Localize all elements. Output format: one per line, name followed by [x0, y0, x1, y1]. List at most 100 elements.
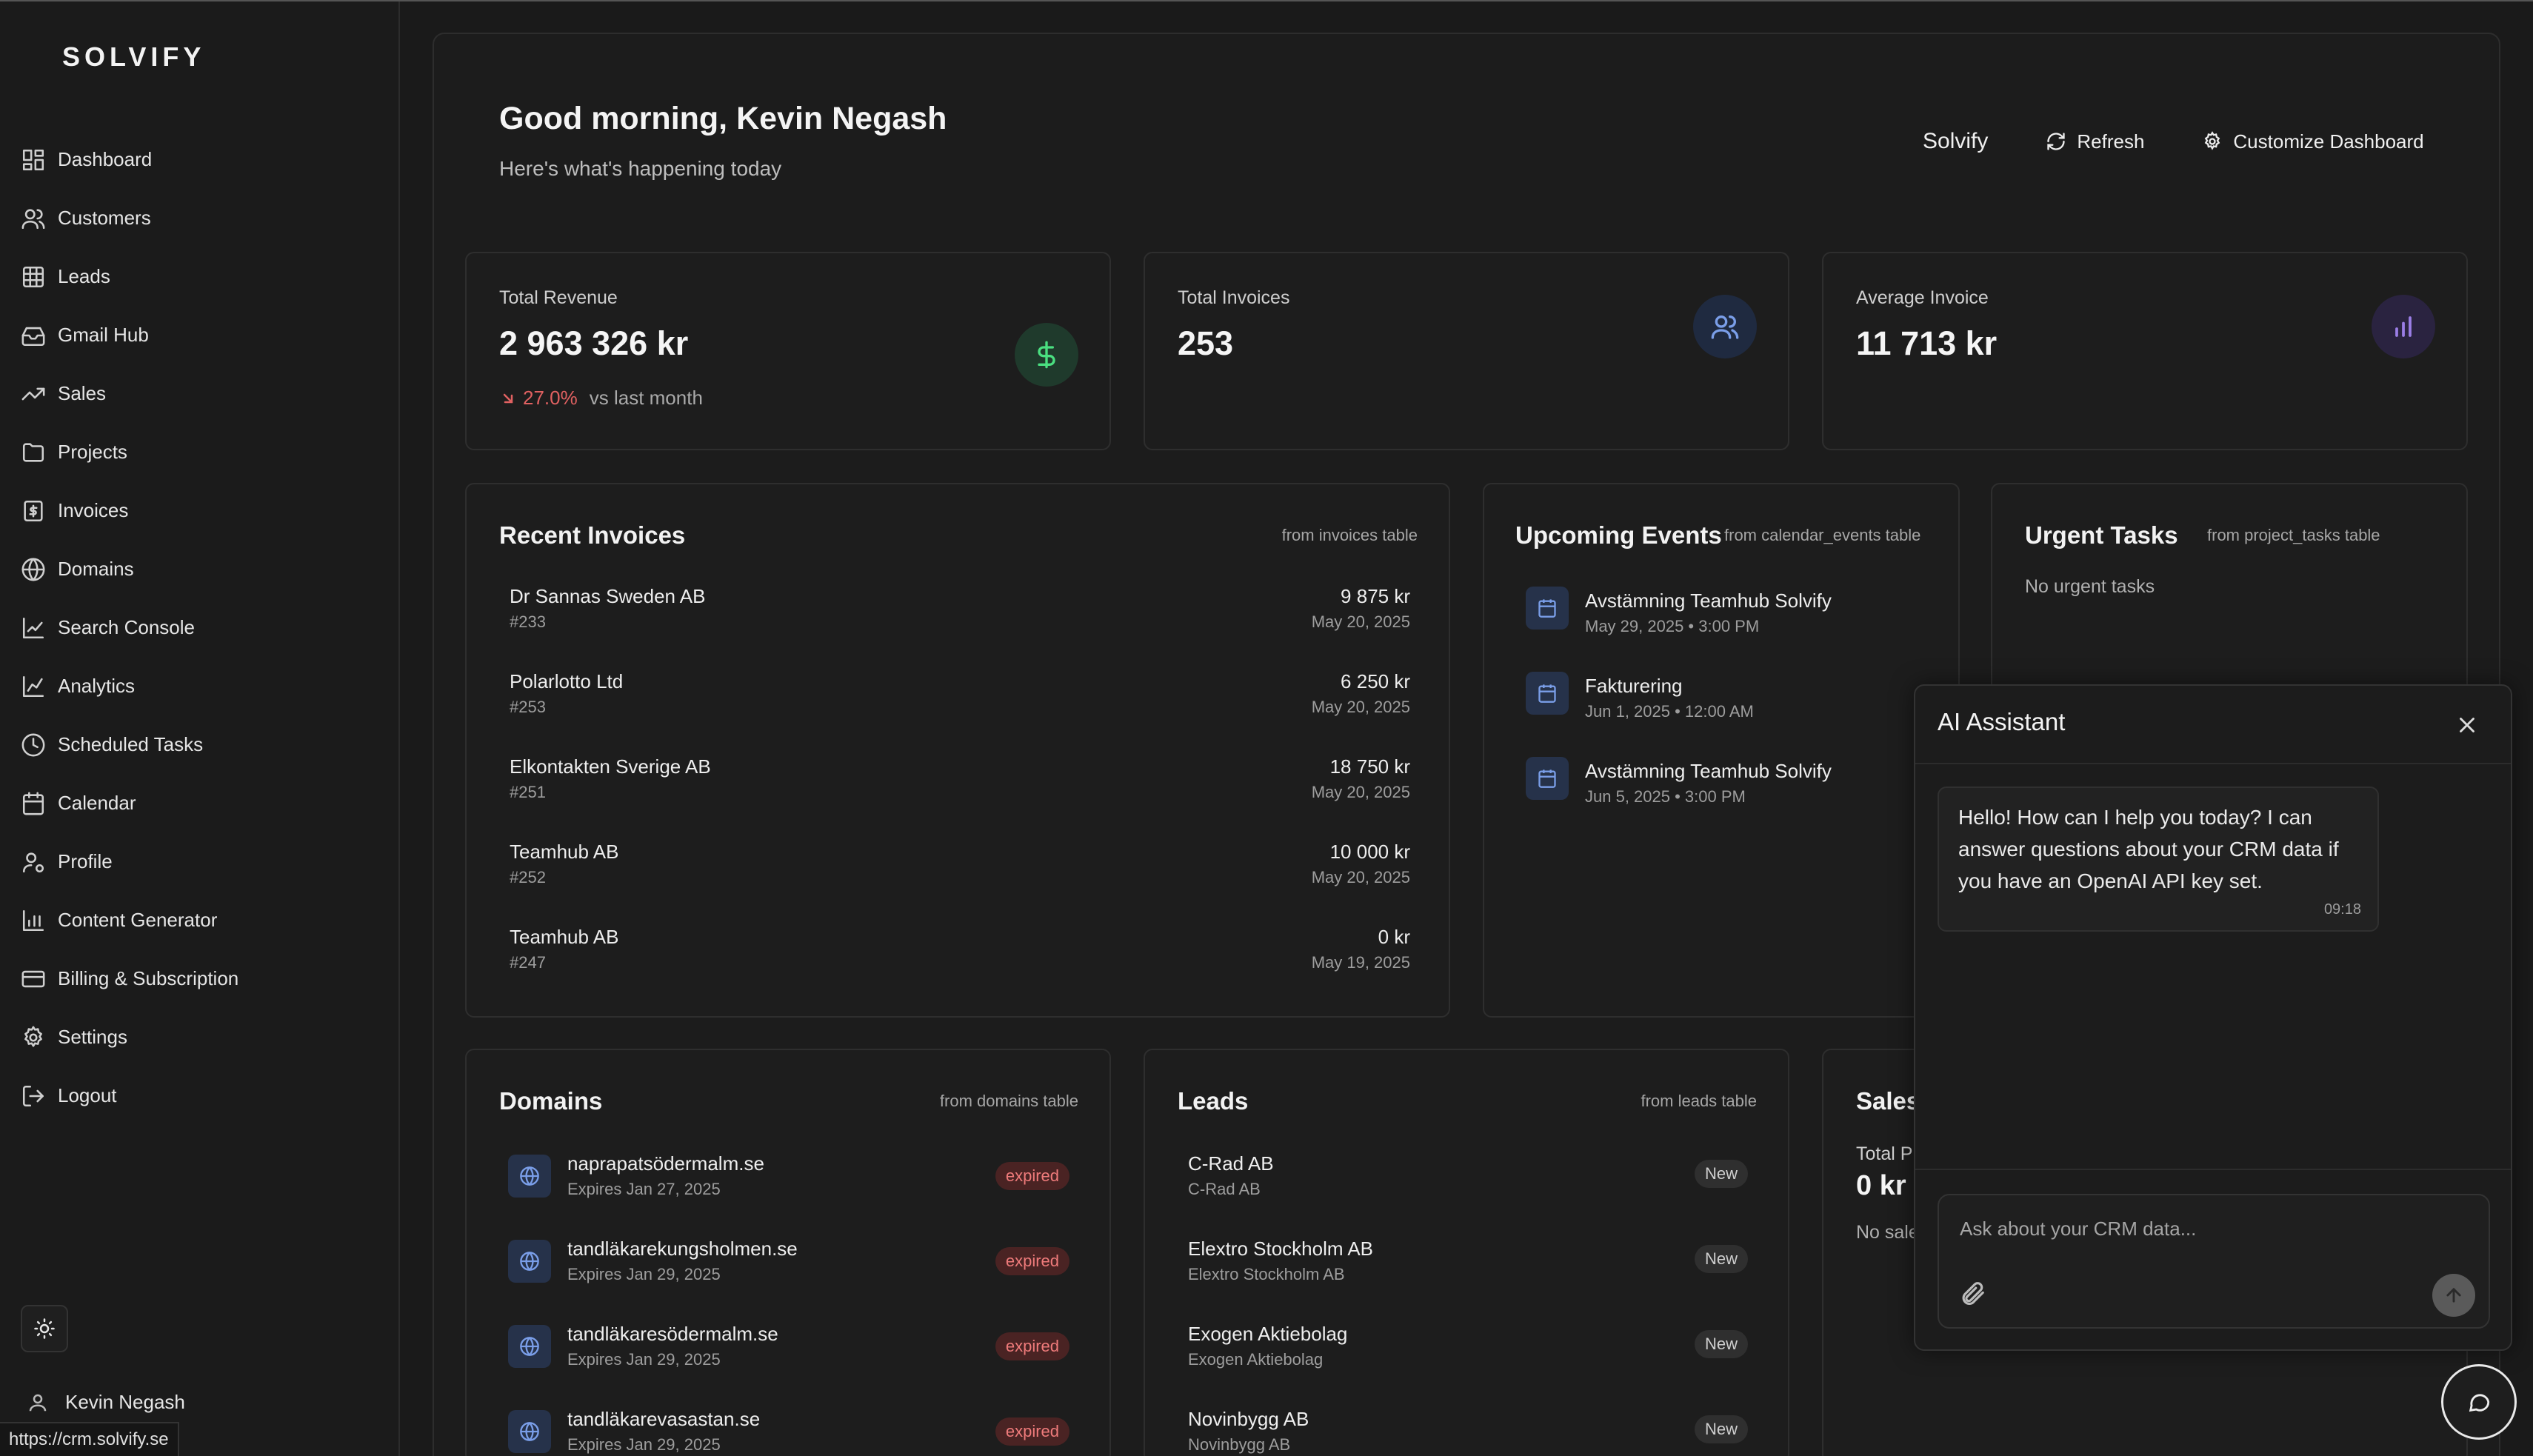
upcoming-events-source: from calendar_events table — [1724, 526, 1921, 544]
sidebar-item-domains[interactable]: Domains — [21, 540, 238, 598]
sidebar-item-label: Domains — [58, 558, 134, 580]
invoice-date: May 20, 2025 — [1311, 868, 1410, 886]
workspace-name[interactable]: Solvify — [1923, 129, 1988, 154]
sidebar-item-scheduled-tasks[interactable]: Scheduled Tasks — [21, 715, 238, 774]
header-actions: Solvify Refresh Customize Dashboard — [1923, 129, 2424, 154]
sidebar-item-invoices[interactable]: Invoices — [21, 481, 238, 540]
sidebar-item-gmail-hub[interactable]: Gmail Hub — [21, 306, 238, 364]
invoice-row[interactable]: Dr Sannas Sweden AB #233 9 875 kr May 20… — [510, 585, 1410, 644]
sidebar-item-leads[interactable]: Leads — [21, 247, 238, 306]
sidebar-item-projects[interactable]: Projects — [21, 423, 238, 481]
invoice-date: May 20, 2025 — [1311, 783, 1410, 801]
invoice-meta: 9 875 kr May 20, 2025 — [1312, 585, 1410, 632]
user-name: Kevin Negash — [65, 1391, 185, 1413]
lead-name: Exogen Aktiebolag — [1188, 1323, 1348, 1345]
lead-company: Exogen Aktiebolag — [1188, 1350, 1324, 1369]
chat-input[interactable] — [1960, 1210, 2463, 1247]
ai-divider — [1915, 763, 2511, 764]
event-row[interactable]: Avstämning Teamhub Solvify May 29, 2025 … — [1526, 587, 1832, 636]
sidebar-item-content-generator[interactable]: Content Generator — [21, 891, 238, 949]
lead-row[interactable]: Elextro Stockholm AB Elextro Stockholm A… — [1188, 1238, 1748, 1284]
sidebar-item-billing-subscription[interactable]: Billing & Subscription — [21, 949, 238, 1008]
sidebar-item-profile[interactable]: Profile — [21, 832, 238, 891]
send-button[interactable] — [2432, 1274, 2475, 1317]
close-icon[interactable] — [2454, 712, 2480, 738]
invoice-meta: 6 250 kr May 20, 2025 — [1312, 670, 1410, 717]
sun-icon — [34, 1318, 55, 1339]
event-title: Avstämning Teamhub Solvify — [1585, 590, 1832, 612]
event-title: Avstämning Teamhub Solvify — [1585, 760, 1832, 782]
invoice-row[interactable]: Teamhub AB #247 0 kr May 19, 2025 — [510, 926, 1410, 985]
grid-icon — [22, 266, 44, 287]
globe-icon — [508, 1239, 551, 1283]
theme-toggle-button[interactable] — [21, 1305, 68, 1352]
lead-row[interactable]: Exogen Aktiebolag Exogen Aktiebolag New — [1188, 1323, 1748, 1369]
status-badge: expired — [995, 1246, 1069, 1275]
chat-bubble-icon — [2469, 1394, 2490, 1412]
event-row[interactable]: Avstämning Teamhub Solvify Jun 5, 2025 •… — [1526, 757, 1832, 807]
average-invoice-label: Average Invoice — [1856, 287, 1989, 308]
sidebar-nav: Dashboard Customers Leads Gmail Hub Sales Pro… — [21, 130, 238, 1125]
sidebar-item-settings[interactable]: Settings — [21, 1008, 238, 1066]
sidebar-item-customers[interactable]: Customers — [21, 189, 238, 247]
sidebar-item-search-console[interactable]: Search Console — [21, 598, 238, 657]
sidebar-item-label: Scheduled Tasks — [58, 733, 204, 755]
revenue-change-percent: 27.0% — [523, 387, 578, 409]
sidebar-item-label: Leads — [58, 265, 110, 287]
event-text: Avstämning Teamhub Solvify Jun 5, 2025 •… — [1585, 757, 1832, 807]
sidebar-item-logout[interactable]: Logout — [21, 1066, 238, 1125]
refresh-icon — [2047, 133, 2066, 150]
urgent-tasks-empty: No urgent tasks — [2025, 576, 2155, 597]
sidebar-item-dashboard[interactable]: Dashboard — [21, 130, 238, 189]
globe-icon — [508, 1324, 551, 1368]
globe-icon — [508, 1409, 551, 1453]
chat-toggle-button[interactable] — [2441, 1364, 2517, 1440]
urgent-tasks-title: Urgent Tasks — [2025, 521, 2178, 549]
refresh-button[interactable]: Refresh — [2046, 130, 2144, 153]
customize-dashboard-button[interactable]: Customize Dashboard — [2202, 130, 2424, 153]
sidebar-item-calendar[interactable]: Calendar — [21, 774, 238, 832]
domains-card: Domains from domains table naprapatsöder… — [465, 1049, 1111, 1456]
domain-name: tandläkaresödermalm.se — [567, 1323, 778, 1345]
domain-row[interactable]: tandläkarekungsholmen.se Expires Jan 29,… — [508, 1238, 1069, 1284]
domains-title: Domains — [499, 1087, 603, 1115]
lead-row[interactable]: Novinbygg AB Novinbygg AB New — [1188, 1408, 1748, 1455]
invoice-number: #253 — [510, 698, 546, 716]
event-date: Jun 5, 2025 • 3:00 PM — [1585, 787, 1746, 806]
status-bar-url: https://crm.solvify.se — [0, 1422, 179, 1456]
domain-row[interactable]: tandläkarevasastan.se Expires Jan 29, 20… — [508, 1408, 1069, 1455]
invoice-customer: Teamhub AB — [510, 926, 619, 948]
sidebar-item-sales[interactable]: Sales — [21, 364, 238, 423]
paperclip-icon[interactable] — [1958, 1280, 1986, 1308]
leads-card: Leads from leads table C-Rad AB C-Rad AB… — [1144, 1049, 1789, 1456]
assistant-message-bubble: Hello! How can I help you today? I can a… — [1938, 787, 2379, 932]
total-revenue-label: Total Revenue — [499, 287, 618, 308]
customize-dashboard-label: Customize Dashboard — [2233, 130, 2424, 153]
status-badge: expired — [995, 1161, 1069, 1190]
lead-name: Elextro Stockholm AB — [1188, 1238, 1373, 1260]
invoice-row[interactable]: Teamhub AB #252 10 000 kr May 20, 2025 — [510, 841, 1410, 900]
lead-company: Novinbygg AB — [1188, 1435, 1291, 1454]
invoice-meta: 10 000 kr May 20, 2025 — [1312, 841, 1410, 887]
invoice-customer: Teamhub AB — [510, 841, 619, 863]
invoice-row[interactable]: Elkontakten Sverige AB #251 18 750 kr Ma… — [510, 755, 1410, 815]
status-badge: New — [1694, 1160, 1748, 1188]
domain-row[interactable]: tandläkaresödermalm.se Expires Jan 29, 2… — [508, 1323, 1069, 1369]
user-profile-row[interactable]: Kevin Negash — [27, 1391, 185, 1414]
users-icon — [1693, 295, 1757, 358]
event-row[interactable]: Fakturering Jun 1, 2025 • 12:00 AM — [1526, 672, 1754, 721]
event-date: Jun 1, 2025 • 12:00 AM — [1585, 702, 1754, 721]
invoice-number: #233 — [510, 612, 546, 631]
domain-row[interactable]: naprapatsödermalm.se Expires Jan 27, 202… — [508, 1152, 1069, 1199]
domain-expiry: Expires Jan 29, 2025 — [567, 1350, 721, 1369]
leads-title: Leads — [1178, 1087, 1249, 1115]
recent-invoices-source: from invoices table — [1281, 526, 1418, 544]
sidebar-item-analytics[interactable]: Analytics — [21, 657, 238, 715]
sidebar-item-label: Dashboard — [58, 148, 153, 170]
analytics-icon — [22, 675, 44, 697]
lead-row[interactable]: C-Rad AB C-Rad AB New — [1188, 1152, 1748, 1199]
invoice-row[interactable]: Polarlotto Ltd #253 6 250 kr May 20, 202… — [510, 670, 1410, 729]
invoice-amount: 18 750 kr — [1329, 755, 1410, 778]
arrow-up-icon — [2446, 1287, 2461, 1303]
app-logo[interactable]: SOLVIFY — [62, 41, 205, 73]
